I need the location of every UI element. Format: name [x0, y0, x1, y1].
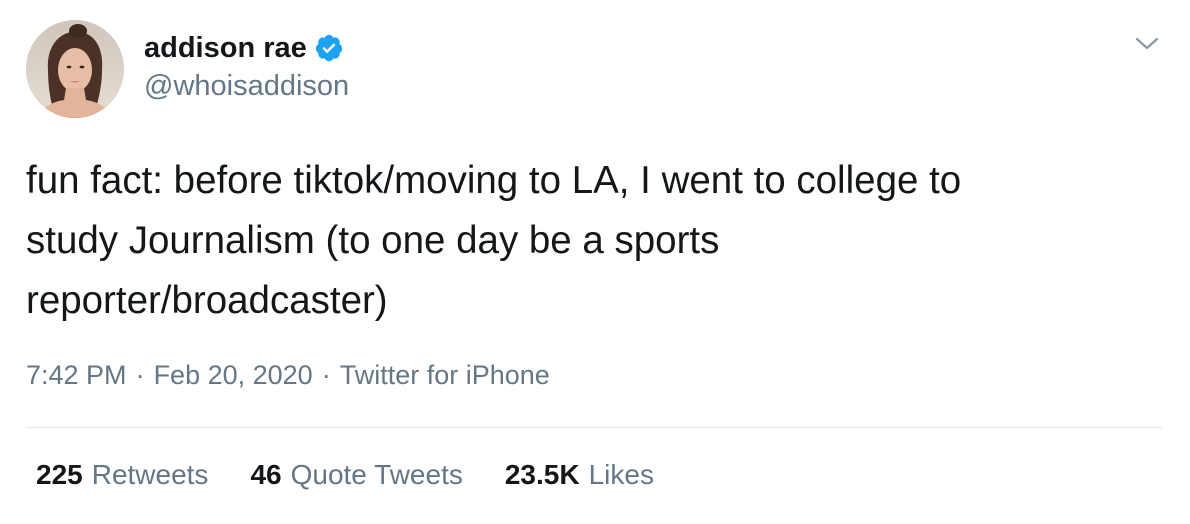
tweet-text-line: fun fact: before tiktok/moving to LA, I …	[26, 159, 962, 202]
quote-tweets-label: Quote Tweets	[290, 459, 463, 490]
quote-tweets-count: 46	[250, 459, 282, 490]
likes-label: Likes	[588, 459, 654, 490]
retweets-label: Retweets	[91, 459, 209, 490]
tweet-source[interactable]: Twitter for iPhone	[340, 360, 550, 391]
tweet-date[interactable]: Feb 20, 2020	[154, 360, 313, 391]
likes-stat[interactable]: 23.5K Likes	[505, 459, 654, 491]
retweets-count: 225	[36, 459, 83, 490]
quote-tweets-stat[interactable]: 46 Quote Tweets	[250, 459, 462, 491]
tweet-meta: 7:42 PM · Feb 20, 2020 · Twitter for iPh…	[26, 360, 550, 391]
tweet-stats: 225 Retweets 46 Quote Tweets 23.5K Likes	[36, 459, 696, 491]
tweet-time[interactable]: 7:42 PM	[26, 360, 127, 391]
divider	[26, 427, 1162, 428]
retweets-stat[interactable]: 225 Retweets	[36, 459, 208, 491]
author-handle[interactable]: @whoisaddison	[144, 70, 349, 103]
avatar[interactable]	[26, 20, 124, 118]
tweet-text-line: study Journalism (to one day be a sports	[26, 219, 720, 262]
chevron-down-icon[interactable]	[1134, 34, 1160, 54]
meta-separator: ·	[321, 360, 331, 390]
likes-count: 23.5K	[504, 459, 580, 490]
tweet-card: addison rae @whoisaddison fun fact: befo…	[0, 0, 1190, 524]
verified-badge-icon	[314, 33, 344, 63]
meta-separator: ·	[135, 360, 145, 390]
author-display-name[interactable]: addison rae	[144, 32, 307, 65]
author-name-row[interactable]: addison rae	[144, 30, 344, 66]
tweet-text-line: reporter/broadcaster)	[26, 279, 388, 322]
tweet-text: fun fact: before tiktok/moving to LA, I …	[26, 151, 1146, 331]
